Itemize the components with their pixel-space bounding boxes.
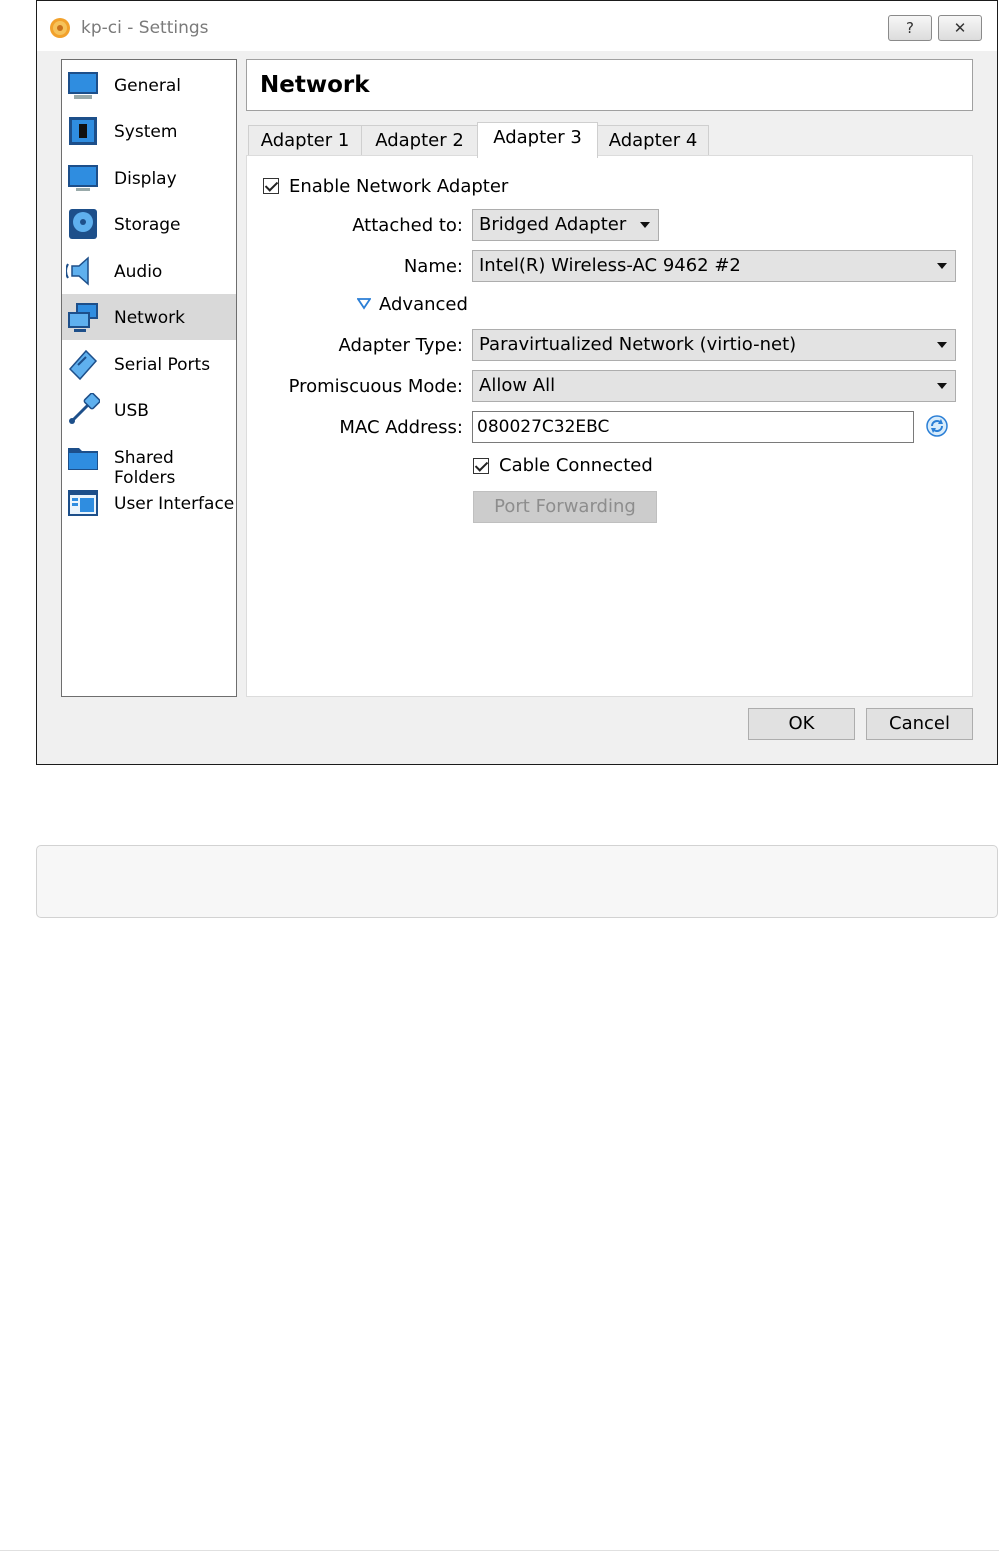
sidebar-item-network[interactable]: Network	[62, 294, 236, 340]
attached-to-select[interactable]: Bridged Adapter	[472, 209, 659, 241]
general-icon	[68, 72, 98, 99]
advanced-label: Advanced	[379, 294, 468, 315]
display-icon	[68, 165, 98, 191]
sidebar-item-audio[interactable]: Audio	[62, 248, 236, 294]
empty-input-box	[36, 845, 998, 918]
window-title: kp-ci - Settings	[81, 18, 209, 38]
ok-button[interactable]: OK	[748, 708, 855, 740]
page-header: Network	[246, 59, 973, 111]
name-value: Intel(R) Wireless-AC 9462 #2	[479, 255, 741, 276]
chevron-down-icon	[640, 222, 650, 228]
audio-icon	[66, 256, 89, 286]
enable-adapter-checkbox[interactable]	[263, 178, 279, 194]
network-icon	[68, 303, 98, 332]
chevron-down-icon	[937, 383, 947, 389]
sidebar-item-user-interface[interactable]: User Interface	[62, 480, 236, 526]
sidebar-item-label: Display	[114, 169, 177, 189]
sidebar-item-label: Storage	[114, 215, 181, 235]
mac-address-field[interactable]	[472, 411, 914, 443]
promiscuous-mode-value: Allow All	[479, 375, 556, 396]
title-bar[interactable]: kp-ci - Settings ? ✕	[37, 1, 997, 51]
sidebar-item-usb[interactable]: USB	[62, 387, 236, 433]
port-forwarding-button[interactable]: Port Forwarding	[473, 491, 657, 523]
sidebar-item-label: User Interface	[114, 494, 235, 514]
serial-ports-icon	[68, 349, 98, 381]
tab-adapter-3[interactable]: Adapter 3	[477, 122, 598, 158]
chevron-down-icon	[937, 263, 947, 269]
advanced-toggle[interactable]: Advanced	[357, 294, 468, 320]
sidebar-item-display[interactable]: Display	[62, 155, 236, 201]
enable-adapter-label: Enable Network Adapter	[289, 176, 509, 197]
divider	[0, 1550, 999, 1551]
adapter-type-label: Adapter Type:	[338, 335, 463, 356]
sidebar-item-shared-folders[interactable]: Shared Folders	[62, 434, 236, 488]
attached-to-value: Bridged Adapter	[479, 214, 627, 235]
attached-to-label: Attached to:	[352, 215, 463, 236]
tab-adapter-4[interactable]: Adapter 4	[597, 125, 709, 157]
refresh-mac-icon[interactable]	[926, 415, 948, 437]
sidebar-item-serial-ports[interactable]: Serial Ports	[62, 341, 236, 387]
close-button[interactable]: ✕	[938, 15, 982, 41]
tab-adapter-1[interactable]: Adapter 1	[248, 125, 362, 157]
sidebar-item-label: USB	[114, 401, 149, 421]
sidebar-item-general[interactable]: General	[62, 62, 236, 108]
app-gear-icon	[50, 18, 70, 38]
sidebar-item-label: Audio	[114, 262, 163, 282]
sidebar-item-label: Serial Ports	[114, 355, 211, 375]
name-label: Name:	[403, 256, 463, 277]
chevron-down-icon	[937, 342, 947, 348]
adapter-type-value: Paravirtualized Network (virtio-net)	[479, 334, 797, 355]
adapter-type-select[interactable]: Paravirtualized Network (virtio-net)	[472, 329, 956, 361]
sidebar-item-label: Network	[114, 308, 185, 328]
sidebar-item-label: System	[114, 122, 178, 142]
storage-icon	[69, 209, 97, 239]
promiscuous-mode-label: Promiscuous Mode:	[288, 376, 463, 397]
usb-icon	[69, 393, 100, 424]
sidebar-item-label: General	[114, 76, 181, 96]
promiscuous-mode-select[interactable]: Allow All	[472, 370, 956, 402]
triangle-down-icon	[357, 298, 371, 310]
system-icon	[69, 117, 97, 145]
mac-address-label: MAC Address:	[339, 417, 463, 438]
sidebar-item-storage[interactable]: Storage	[62, 201, 236, 247]
cable-connected-checkbox[interactable]	[473, 458, 489, 474]
user-interface-icon	[68, 490, 98, 516]
help-button[interactable]: ?	[888, 15, 932, 41]
adapter-tabs: Adapter 1 Adapter 2 Adapter 3 Adapter 4	[246, 122, 973, 158]
name-select[interactable]: Intel(R) Wireless-AC 9462 #2	[472, 250, 956, 282]
mac-address-input[interactable]	[477, 417, 897, 437]
cancel-button[interactable]: Cancel	[866, 708, 973, 740]
tab-adapter-2[interactable]: Adapter 2	[361, 125, 478, 157]
page-title: Network	[260, 72, 370, 98]
settings-category-list: General System Display Storage Audio Net…	[61, 59, 237, 697]
settings-window: kp-ci - Settings ? ✕ General System Disp…	[36, 0, 998, 765]
sidebar-item-system[interactable]: System	[62, 108, 236, 154]
adapter-settings-panel: Enable Network Adapter Attached to: Brid…	[246, 155, 973, 697]
shared-folders-icon	[68, 448, 98, 470]
cable-connected-label: Cable Connected	[499, 455, 653, 476]
